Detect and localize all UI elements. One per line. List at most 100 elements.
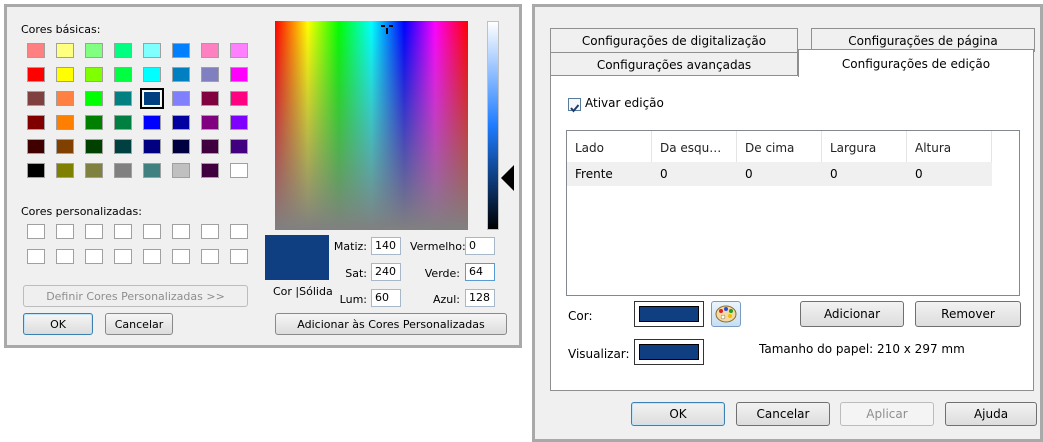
basic-color-swatch[interactable] (27, 91, 45, 106)
add-button[interactable]: Adicionar (800, 301, 904, 327)
basic-color-swatch[interactable] (85, 67, 103, 82)
basic-color-swatch[interactable] (56, 139, 74, 154)
basic-color-swatch[interactable] (143, 43, 161, 58)
red-label: Vermelho: (410, 240, 466, 253)
custom-color-swatch[interactable] (172, 249, 190, 264)
sat-field[interactable]: 240 (371, 263, 401, 281)
basic-color-swatch[interactable] (172, 67, 190, 82)
basic-color-swatch[interactable] (201, 115, 219, 130)
apply-button[interactable]: Aplicar (840, 402, 934, 426)
basic-color-swatch[interactable] (230, 43, 248, 58)
basic-color-swatch[interactable] (143, 163, 161, 178)
column-header-height[interactable]: Altura (907, 131, 992, 162)
lum-field[interactable]: 60 (371, 289, 401, 307)
basic-color-swatch[interactable] (201, 43, 219, 58)
basic-color-swatch[interactable] (27, 115, 45, 130)
blue-field[interactable]: 128 (465, 289, 495, 307)
basic-color-swatch[interactable] (114, 163, 132, 178)
column-header-side[interactable]: Lado (567, 131, 652, 162)
green-field[interactable]: 64 (465, 263, 495, 281)
basic-color-swatch[interactable] (114, 43, 132, 58)
basic-color-swatch[interactable] (143, 139, 161, 154)
basic-color-swatch[interactable] (201, 163, 219, 178)
custom-color-swatch[interactable] (201, 249, 219, 264)
enable-edit-checkbox[interactable] (568, 98, 581, 113)
luminance-pointer-icon[interactable] (501, 165, 514, 191)
palette-button[interactable] (711, 301, 741, 327)
regions-table[interactable]: Lado Da esqu… De cima Largura Altura Fre… (566, 130, 1020, 296)
cancel-button[interactable]: Cancelar (105, 313, 173, 335)
custom-colors-label: Cores personalizadas: (21, 205, 142, 218)
basic-color-swatch[interactable] (114, 115, 132, 130)
basic-color-swatch[interactable] (114, 139, 132, 154)
custom-color-swatch[interactable] (230, 249, 248, 264)
basic-color-swatch[interactable] (172, 115, 190, 130)
custom-color-swatch[interactable] (56, 249, 74, 264)
table-row[interactable]: Frente 0 0 0 0 (567, 162, 992, 186)
tab-advanced-settings[interactable]: Configurações avançadas (550, 52, 798, 76)
add-to-custom-colors-button[interactable]: Adicionar às Cores Personalizadas (275, 313, 507, 335)
column-header-width[interactable]: Largura (822, 131, 907, 162)
basic-color-swatch[interactable] (56, 67, 74, 82)
basic-color-swatch[interactable] (230, 67, 248, 82)
tab-scan-settings[interactable]: Configurações de digitalização (550, 28, 798, 52)
basic-color-swatch[interactable] (230, 91, 248, 106)
basic-color-swatch[interactable] (56, 163, 74, 178)
basic-color-swatch[interactable] (114, 91, 132, 106)
custom-color-swatch[interactable] (27, 224, 45, 239)
check-icon (570, 104, 580, 113)
red-field[interactable]: 0 (465, 237, 495, 255)
basic-color-swatch[interactable] (172, 91, 190, 106)
basic-color-swatch[interactable] (27, 139, 45, 154)
basic-color-swatch[interactable] (85, 43, 103, 58)
custom-color-swatch[interactable] (114, 224, 132, 239)
column-header-top[interactable]: De cima (737, 131, 822, 162)
basic-color-swatch[interactable] (230, 139, 248, 154)
basic-color-swatch[interactable] (56, 91, 74, 106)
custom-color-swatch[interactable] (56, 224, 74, 239)
basic-color-swatch[interactable] (85, 139, 103, 154)
green-label: Verde: (424, 267, 460, 280)
cancel-button[interactable]: Cancelar (736, 402, 830, 426)
basic-color-swatch[interactable] (143, 115, 161, 130)
basic-color-swatch[interactable] (140, 88, 164, 109)
basic-color-swatch[interactable] (27, 163, 45, 178)
custom-color-swatch[interactable] (143, 224, 161, 239)
hue-field[interactable]: 140 (371, 237, 401, 255)
help-button[interactable]: Ajuda (945, 402, 1037, 426)
basic-color-swatch[interactable] (201, 139, 219, 154)
column-header-left[interactable]: Da esqu… (652, 131, 737, 162)
color-swatch-box[interactable] (634, 301, 704, 327)
basic-color-swatch[interactable] (201, 91, 219, 106)
custom-color-swatch[interactable] (27, 249, 45, 264)
basic-color-swatch[interactable] (114, 67, 132, 82)
color-spectrum[interactable] (275, 21, 468, 230)
custom-color-swatch[interactable] (201, 224, 219, 239)
basic-color-swatch[interactable] (85, 163, 103, 178)
tab-edit-settings[interactable]: Configurações de edição (798, 49, 1034, 77)
custom-color-swatch[interactable] (114, 249, 132, 264)
basic-color-swatch[interactable] (56, 43, 74, 58)
custom-color-swatch[interactable] (85, 249, 103, 264)
basic-color-swatch[interactable] (172, 163, 190, 178)
basic-color-swatch[interactable] (172, 139, 190, 154)
custom-color-swatch[interactable] (172, 224, 190, 239)
luminance-bar[interactable] (487, 21, 499, 230)
basic-color-swatch[interactable] (230, 115, 248, 130)
basic-color-swatch[interactable] (85, 115, 103, 130)
custom-color-swatch[interactable] (230, 224, 248, 239)
remove-button[interactable]: Remover (915, 301, 1021, 327)
custom-color-swatch[interactable] (143, 249, 161, 264)
basic-color-swatch[interactable] (143, 67, 161, 82)
define-custom-colors-button[interactable]: Definir Cores Personalizadas >> (23, 285, 248, 307)
custom-color-swatch[interactable] (85, 224, 103, 239)
basic-color-swatch[interactable] (85, 91, 103, 106)
basic-color-swatch[interactable] (172, 43, 190, 58)
basic-color-swatch[interactable] (56, 115, 74, 130)
basic-color-swatch[interactable] (27, 43, 45, 58)
ok-button[interactable]: OK (23, 313, 93, 335)
basic-color-swatch[interactable] (27, 67, 45, 82)
basic-color-swatch[interactable] (230, 163, 248, 178)
ok-button[interactable]: OK (631, 402, 725, 426)
basic-color-swatch[interactable] (201, 67, 219, 82)
